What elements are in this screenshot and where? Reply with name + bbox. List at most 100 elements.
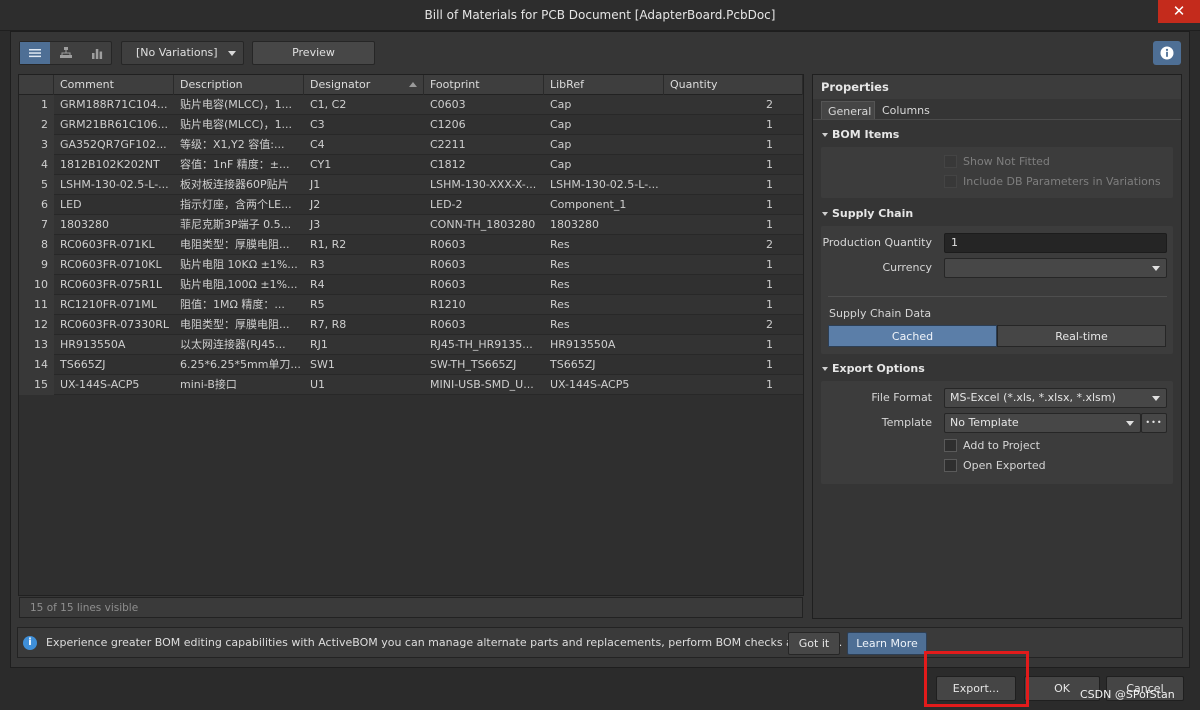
production-quantity-input[interactable]: 1 xyxy=(944,233,1167,253)
libref-cell: Component_1 xyxy=(550,198,627,211)
table-row[interactable]: 13 HR913550A 以太网连接器(RJ45... RJ1 RJ45-TH_HR91… xyxy=(19,335,803,355)
open-exported-checkbox[interactable] xyxy=(944,459,957,472)
footprint-cell: C1206 xyxy=(430,118,466,131)
footprint-header[interactable]: Footprint xyxy=(424,75,544,95)
footprint-cell: C2211 xyxy=(430,138,466,151)
designator-cell: C1, C2 xyxy=(310,98,347,111)
libref-header[interactable]: LibRef xyxy=(544,75,664,95)
table-row[interactable]: 15 UX-144S-ACP5 mini-B接口 U1 MINI-USB-SMD_U..… xyxy=(19,375,803,395)
table-header: Comment Description Designator Footprint Lib… xyxy=(19,75,803,95)
libref-cell: Cap xyxy=(550,138,572,151)
info-button[interactable] xyxy=(1153,41,1181,65)
banner-text: Experience greater BOM editing capabilit… xyxy=(46,636,843,649)
bom-items-section-header[interactable]: BOM Items xyxy=(822,126,899,144)
variations-dropdown[interactable]: [No Variations] xyxy=(121,41,244,65)
chart-view-button[interactable] xyxy=(82,42,112,64)
table-row[interactable]: 7 1803280 菲尼克斯3P端子 0.5... J3 CONN-TH_1803280… xyxy=(19,215,803,235)
libref-cell: HR913550A xyxy=(550,338,616,351)
comment-cell: RC0603FR-07330RL xyxy=(60,318,170,331)
table-row[interactable]: 3 GA352QR7GF102... 等级：X1,Y2 容值:... C4 C2211 C… xyxy=(19,135,803,155)
show-not-fitted-label: Show Not Fitted xyxy=(963,155,1050,168)
table-row[interactable]: 1 GRM188R71C104... 贴片电容(MLCC)，1... C1, C2 C0… xyxy=(19,95,803,115)
comment-header[interactable]: Comment xyxy=(54,75,174,95)
realtime-toggle[interactable]: Real-time xyxy=(997,325,1166,347)
tab-columns[interactable]: Columns xyxy=(876,101,934,120)
description-cell: 6.25*6.25*5mm单刀... xyxy=(180,358,301,371)
table-row[interactable]: 4 1812B102K202NT 容值：1nF 精度：±... CY1 C1812 Cap… xyxy=(19,155,803,175)
include-db-params-checkbox[interactable] xyxy=(944,175,957,188)
production-quantity-label: Production Quantity xyxy=(822,236,932,249)
close-button[interactable]: ✕ xyxy=(1158,0,1200,23)
row-number-header[interactable] xyxy=(19,75,54,95)
supply-chain-divider xyxy=(828,296,1167,297)
quantity-cell: 2 xyxy=(766,318,773,331)
table-row[interactable]: 12 RC0603FR-07330RL 电阻类型：厚膜电阻... R7, R8 R060… xyxy=(19,315,803,335)
template-value: No Template xyxy=(950,416,1019,429)
description-cell: 电阻类型：厚膜电阻... xyxy=(180,318,290,331)
row-number: 5 xyxy=(19,175,54,195)
description-cell: 菲尼克斯3P端子 0.5... xyxy=(180,218,292,231)
designator-cell: R3 xyxy=(310,258,325,271)
supply-chain-section-header[interactable]: Supply Chain xyxy=(822,205,913,223)
more-icon: ••• xyxy=(1145,418,1163,427)
template-dropdown[interactable]: No Template xyxy=(944,413,1141,433)
got-it-button[interactable]: Got it xyxy=(788,632,840,655)
table-row[interactable]: 6 LED 指示灯座，含两个LE... J2 LED-2 Component_1 1 xyxy=(19,195,803,215)
row-number: 11 xyxy=(19,295,54,315)
quantity-cell: 1 xyxy=(766,118,773,131)
hierarchy-icon xyxy=(60,47,72,58)
table-row[interactable]: 10 RC0603FR-075R1L 贴片电阻,100Ω ±1%... R4 R0603… xyxy=(19,275,803,295)
row-number: 8 xyxy=(19,235,54,255)
description-cell: 等级：X1,Y2 容值:... xyxy=(180,138,285,151)
description-cell: 贴片电容(MLCC)，1... xyxy=(180,118,293,131)
table-row[interactable]: 9 RC0603FR-0710KL 贴片电阻 10KΩ ±1%... R3 R0603 R… xyxy=(19,255,803,275)
row-number: 13 xyxy=(19,335,54,355)
watermark: CSDN @SPofStan xyxy=(1080,688,1175,701)
description-header[interactable]: Description xyxy=(174,75,304,95)
quantity-header[interactable]: Quantity xyxy=(664,75,803,95)
designator-header[interactable]: Designator xyxy=(304,75,424,95)
preview-button[interactable]: Preview xyxy=(252,41,375,65)
tab-general[interactable]: General xyxy=(821,101,875,120)
quantity-cell: 1 xyxy=(766,198,773,211)
table-row[interactable]: 8 RC0603FR-071KL 电阻类型：厚膜电阻... R1, R2 R0603 Re… xyxy=(19,235,803,255)
file-format-dropdown[interactable]: MS-Excel (*.xls, *.xlsx, *.xlsm) xyxy=(944,388,1167,408)
row-number: 10 xyxy=(19,275,54,295)
bom-items-heading: BOM Items xyxy=(832,128,900,141)
table-row[interactable]: 11 RC1210FR-071ML 阻值：1MΩ 精度：... R5 R1210 Res 1 xyxy=(19,295,803,315)
currency-dropdown[interactable] xyxy=(944,258,1167,278)
export-options-heading: Export Options xyxy=(832,362,925,375)
description-cell: 板对板连接器60P贴片 xyxy=(180,178,289,191)
quantity-cell: 2 xyxy=(766,98,773,111)
learn-more-button[interactable]: Learn More xyxy=(847,632,927,655)
designator-cell: CY1 xyxy=(310,158,332,171)
close-icon: ✕ xyxy=(1172,2,1186,20)
table-row[interactable]: 14 TS665ZJ 6.25*6.25*5mm单刀... SW1 SW-TH_TS66… xyxy=(19,355,803,375)
row-number: 2 xyxy=(19,115,54,135)
libref-cell: LSHM-130-02.5-L-... xyxy=(550,178,659,191)
row-number: 1 xyxy=(19,95,54,115)
cached-toggle[interactable]: Cached xyxy=(828,325,997,347)
export-highlight-annotation xyxy=(924,651,1029,707)
comment-cell: 1803280 xyxy=(60,218,109,231)
sort-ascending-icon xyxy=(409,82,417,87)
add-to-project-checkbox[interactable] xyxy=(944,439,957,452)
variations-value: [No Variations] xyxy=(136,46,218,59)
comment-cell: RC0603FR-0710KL xyxy=(60,258,162,271)
table-row[interactable]: 5 LSHM-130-02.5-L-... 板对板连接器60P贴片 J1 LSHM-13… xyxy=(19,175,803,195)
footprint-cell: SW-TH_TS665ZJ xyxy=(430,358,517,371)
table-row[interactable]: 2 GRM21BR61C106... 贴片电容(MLCC)，1... C3 C1206 C… xyxy=(19,115,803,135)
base-view-button[interactable] xyxy=(51,42,81,64)
list-view-button[interactable] xyxy=(20,42,50,64)
template-browse-button[interactable]: ••• xyxy=(1141,413,1167,433)
footprint-cell: C0603 xyxy=(430,98,466,111)
row-number: 9 xyxy=(19,255,54,275)
description-cell: 指示灯座，含两个LE... xyxy=(180,198,292,211)
designator-cell: U1 xyxy=(310,378,326,391)
description-cell: 阻值：1MΩ 精度：... xyxy=(180,298,285,311)
show-not-fitted-checkbox[interactable] xyxy=(944,155,957,168)
row-number: 3 xyxy=(19,135,54,155)
footprint-cell: LED-2 xyxy=(430,198,463,211)
export-options-section-header[interactable]: Export Options xyxy=(822,360,925,378)
libref-cell: 1803280 xyxy=(550,218,599,231)
